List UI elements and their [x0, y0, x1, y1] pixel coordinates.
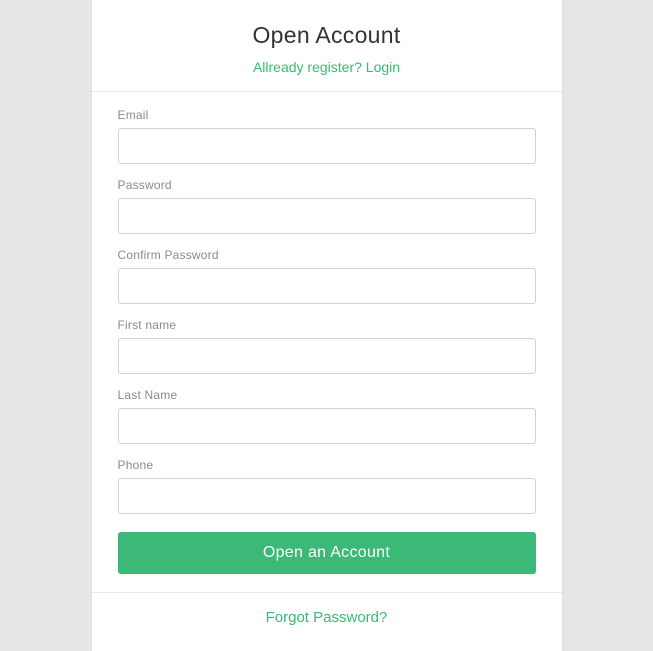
- field-password: Password: [118, 178, 536, 234]
- field-last-name: Last Name: [118, 388, 536, 444]
- last-name-label: Last Name: [118, 388, 536, 402]
- confirm-password-input[interactable]: [118, 268, 536, 304]
- first-name-input[interactable]: [118, 338, 536, 374]
- email-input[interactable]: [118, 128, 536, 164]
- password-input[interactable]: [118, 198, 536, 234]
- password-label: Password: [118, 178, 536, 192]
- field-confirm-password: Confirm Password: [118, 248, 536, 304]
- confirm-password-label: Confirm Password: [118, 248, 536, 262]
- last-name-input[interactable]: [118, 408, 536, 444]
- phone-label: Phone: [118, 458, 536, 472]
- page-title: Open Account: [112, 22, 542, 49]
- phone-input[interactable]: [118, 478, 536, 514]
- email-label: Email: [118, 108, 536, 122]
- card-header: Open Account Allready register? Login: [92, 0, 562, 92]
- first-name-label: First name: [118, 318, 536, 332]
- form-body: Email Password Confirm Password First na…: [92, 92, 562, 592]
- field-first-name: First name: [118, 318, 536, 374]
- login-link[interactable]: Allready register? Login: [253, 59, 400, 75]
- forgot-password-link[interactable]: Forgot Password?: [266, 609, 388, 626]
- open-account-card: Open Account Allready register? Login Em…: [92, 0, 562, 651]
- card-footer: Forgot Password?: [92, 592, 562, 651]
- field-email: Email: [118, 108, 536, 164]
- open-account-button[interactable]: Open an Account: [118, 532, 536, 574]
- field-phone: Phone: [118, 458, 536, 514]
